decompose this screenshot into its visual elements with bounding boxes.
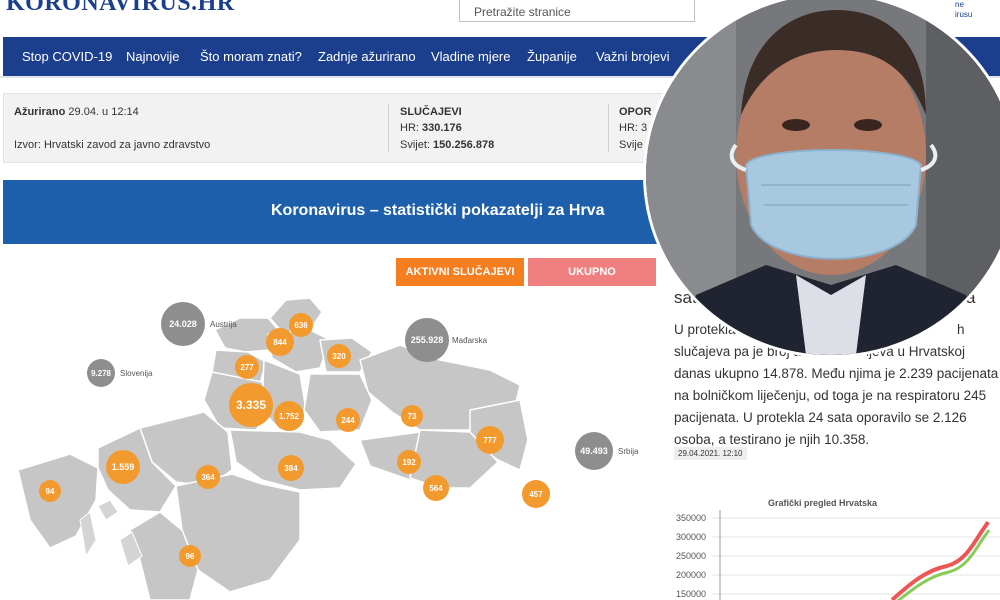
bubble-county[interactable]: 94 <box>39 480 61 502</box>
chart-plot-area <box>712 510 1000 600</box>
corner-text-line-1: ne <box>955 0 964 9</box>
stats-banner: Koronavirus – statistički pokazatelji za… <box>3 180 663 244</box>
info-divider <box>388 104 389 152</box>
cases-world-value: 150.256.878 <box>433 139 495 151</box>
bubble-austria[interactable]: 24.028 <box>161 302 205 346</box>
bubble-county[interactable]: 364 <box>196 465 220 489</box>
source-text: Izvor: Hrvatski zavod za javno zdravstvo <box>14 139 211 151</box>
corner-text-line-2: irusu <box>955 10 973 19</box>
corner-text: ne irusu <box>955 0 972 20</box>
search-input[interactable]: Pretražite stranice <box>459 0 695 22</box>
article-line-3: danas ukupno 14.878. Među njima je 2.239… <box>674 366 999 381</box>
nav-item-zupanije[interactable]: Županije <box>527 49 577 64</box>
y-tick-label: 300000 <box>676 532 707 542</box>
article-timestamp: 29.04.2021. 12:10 <box>674 447 747 460</box>
cases-world-label: Svijet: <box>400 139 430 151</box>
bubble-county[interactable]: 277 <box>235 355 259 379</box>
nav-item-stop-covid[interactable]: Stop COVID-19 <box>22 49 112 64</box>
updated-value: 29.04. u 12:14 <box>68 106 139 118</box>
stats-info-box: Ažurirano 29.04. u 12:14 Izvor: Hrvatski… <box>3 93 665 163</box>
label-slovenia: Slovenija <box>120 369 153 378</box>
article-line-5: pacijenata. U protekla 24 sata oporavilo… <box>674 410 967 425</box>
bubble-county[interactable]: 320 <box>327 344 351 368</box>
bubble-county[interactable]: 844 <box>266 328 294 356</box>
bubble-county[interactable]: 564 <box>423 475 449 501</box>
bubble-county-zagreb[interactable]: 3.335 <box>229 383 273 427</box>
series-line-total <box>890 521 990 600</box>
bubble-county[interactable]: 1.559 <box>106 450 140 484</box>
article-line-4: na bolničkom liječenju, od toga je na re… <box>674 388 987 403</box>
cases-hr-label: HR: <box>400 122 419 134</box>
recovered-hr: HR: 3 <box>619 122 648 134</box>
y-tick-label: 200000 <box>676 570 707 580</box>
nav-item-vladine-mjere[interactable]: Vladine mjere <box>431 49 511 64</box>
croatia-map <box>17 297 529 600</box>
nav-item-zadnje-azurirano[interactable]: Zadnje ažurirano <box>318 49 416 64</box>
cases-world: Svijet: 150.256.878 <box>400 139 494 151</box>
updated-label: Ažurirano <box>14 106 66 118</box>
bubble-county[interactable]: 192 <box>397 450 421 474</box>
y-tick-label: 150000 <box>676 589 707 599</box>
bubble-serbia[interactable]: 49.493 <box>575 432 613 470</box>
portrait-image <box>646 0 1000 355</box>
nav-item-najnovije[interactable]: Najnovije <box>126 49 179 64</box>
bubble-county[interactable]: 777 <box>476 426 504 454</box>
bubble-county[interactable]: 457 <box>522 480 550 508</box>
bubble-county[interactable]: 244 <box>336 408 360 432</box>
updated-line: Ažurirano 29.04. u 12:14 <box>14 106 139 118</box>
bubble-county[interactable]: 1.752 <box>274 401 304 431</box>
info-divider-2 <box>608 104 609 152</box>
site-logo[interactable]: KORONAVIRUS.HR <box>6 0 235 17</box>
cases-title: SLUČAJEVI <box>400 106 462 118</box>
right-eye <box>854 119 882 131</box>
bubble-slovenia[interactable]: 9.278 <box>87 359 115 387</box>
left-eye <box>782 119 810 131</box>
cases-hr: HR: 330.176 <box>400 122 462 134</box>
label-hungary: Mađarska <box>452 336 488 345</box>
map-island-cres <box>79 511 97 558</box>
nav-item-vazni-brojevi[interactable]: Važni brojevi <box>596 49 669 64</box>
banner-title: Koronavirus – statistički pokazatelji za… <box>271 202 605 219</box>
map-island-krk <box>97 499 119 521</box>
bubble-county[interactable]: 96 <box>179 545 201 567</box>
bubble-county[interactable]: 636 <box>289 313 313 337</box>
chart-title: Grafički pregled Hrvatska <box>768 498 878 508</box>
label-austria: Austrija <box>210 320 237 329</box>
article-line-1-tail: h <box>957 322 965 337</box>
nav-item-sto-moram-znati[interactable]: Što moram znati? <box>200 49 302 64</box>
cases-hr-value: 330.176 <box>422 122 462 134</box>
recovered-world: Svije <box>619 139 643 151</box>
article-line-6: osoba, a testirano je njih 10.358. <box>674 432 870 447</box>
recovered-title: OPOR <box>619 106 652 118</box>
bubble-county[interactable]: 73 <box>401 405 423 427</box>
y-tick-label: 350000 <box>676 513 707 523</box>
label-serbia: Srbija <box>618 447 639 456</box>
y-tick-label: 250000 <box>676 551 707 561</box>
bubble-county[interactable]: 384 <box>278 455 304 481</box>
bubble-hungary[interactable]: 255.928 <box>405 318 449 362</box>
